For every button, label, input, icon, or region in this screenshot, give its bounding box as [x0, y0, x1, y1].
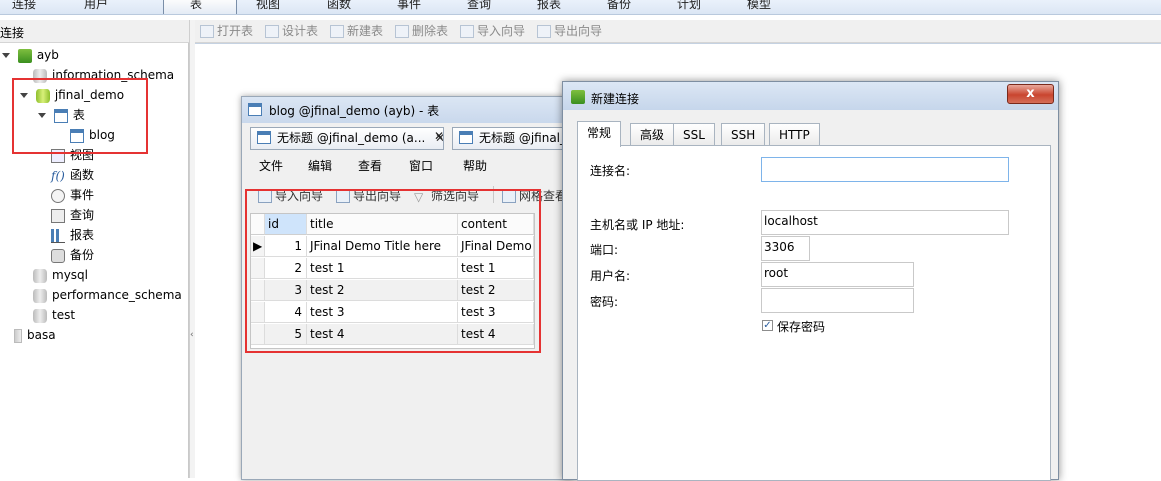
connection-icon [571, 90, 585, 104]
open-table-button[interactable]: 打开表 [200, 23, 253, 39]
password-input[interactable] [761, 288, 914, 313]
new-table-button[interactable]: 新建表 [330, 23, 383, 39]
host-label: 主机名或 IP 地址: [590, 218, 685, 232]
dialog-body: 常规 高级 SSL SSH HTTP 连接名: 主机名或 IP 地址: loca… [571, 114, 1051, 481]
menu-edit[interactable]: 编辑 [308, 157, 332, 174]
function-icon: f() [51, 168, 65, 183]
host-input[interactable]: localhost [761, 210, 1009, 235]
report-icon [51, 228, 65, 243]
tree-item-test[interactable]: test [33, 306, 75, 324]
connection-name-label: 连接名: [590, 164, 631, 178]
ribbon-connect[interactable]: 连接 [12, 0, 36, 12]
table-window-titlebar[interactable]: blog @jfinal_demo (ayb) - 表 [242, 97, 572, 123]
tab-general[interactable]: 常规 [577, 121, 622, 147]
query-tab-icon [257, 131, 271, 144]
tree-item-connection-ayb[interactable]: ayb [2, 46, 59, 64]
import-icon [460, 25, 474, 38]
tree-item-backups[interactable]: 备份 [51, 246, 94, 264]
save-password-label[interactable]: 保存密码 [777, 318, 825, 335]
tree-item-performance-schema[interactable]: performance_schema [33, 286, 182, 304]
design-table-button[interactable]: 设计表 [265, 23, 318, 39]
new-connection-dialog[interactable]: 新建连接 x 常规 高级 SSL SSH HTTP 连接名: 主机名或 IP 地… [562, 81, 1059, 481]
backup-icon [51, 248, 65, 263]
tree-item-events[interactable]: 事件 [51, 186, 94, 204]
connection-panel-title: 连接 [0, 26, 25, 40]
clock-icon [51, 188, 65, 203]
database-icon [33, 288, 47, 303]
menu-help[interactable]: 帮助 [463, 157, 487, 174]
ribbon-view[interactable]: 视图 [256, 0, 280, 12]
port-input[interactable]: 3306 [761, 236, 810, 261]
tab-ssh[interactable]: SSH [721, 123, 766, 146]
password-label: 密码: [590, 295, 619, 309]
tree-item-functions[interactable]: f() 函数 [51, 166, 94, 184]
highlight-box-tree [12, 78, 148, 154]
new-table-icon [330, 25, 344, 38]
ribbon-event[interactable]: 事件 [397, 0, 421, 12]
query-icon [51, 208, 65, 223]
save-password-checkbox[interactable]: ✓ [762, 320, 773, 331]
username-input[interactable]: root [761, 262, 914, 287]
ribbon-function[interactable]: 函数 [327, 0, 351, 12]
port-label: 端口: [590, 243, 619, 257]
ribbon-table[interactable]: 表 [190, 0, 202, 12]
menu-view[interactable]: 查看 [358, 157, 382, 174]
tree-item-reports[interactable]: 报表 [51, 226, 94, 244]
design-table-icon [265, 25, 279, 38]
table-icon [248, 103, 262, 116]
ribbon-model[interactable]: 模型 [747, 0, 771, 12]
table-window-menubar: 文件 编辑 查看 窗口 帮助 [242, 152, 572, 178]
tab-http[interactable]: HTTP [769, 123, 820, 146]
close-button[interactable]: x [1007, 84, 1054, 104]
ribbon-backup[interactable]: 备份 [607, 0, 631, 12]
expand-arrow-icon[interactable] [2, 53, 10, 58]
database-icon [33, 268, 47, 283]
table-window-title: blog @jfinal_demo (ayb) - 表 [269, 104, 440, 118]
object-toolbar: 打开表 设计表 新建表 删除表 导入向导 导出向导 [195, 20, 1161, 43]
tab-advanced[interactable]: 高级 [630, 123, 675, 146]
main-ribbon: 连接 用户 表 视图 函数 事件 查询 报表 备份 计划 模型 [0, 0, 1161, 15]
dialog-titlebar[interactable]: 新建连接 x [563, 82, 1058, 110]
splitter-grip-icon[interactable]: ‹ [190, 330, 194, 344]
tree-item-connection-basa[interactable]: basa [14, 326, 56, 344]
highlight-box-grid [245, 189, 541, 353]
menu-file[interactable]: 文件 [259, 157, 283, 174]
connection-closed-icon [14, 328, 22, 343]
tab-untitled-1[interactable]: 无标题 @jfinal_demo (a... ✕ [250, 127, 444, 150]
tab-close-icon[interactable]: ✕ [434, 129, 444, 143]
username-label: 用户名: [590, 269, 631, 283]
general-tab-panel: 连接名: 主机名或 IP 地址: localhost 端口: 3306 用户名:… [577, 145, 1051, 481]
database-icon [33, 308, 47, 323]
import-wizard-button[interactable]: 导入向导 [460, 23, 525, 39]
connection-icon [17, 48, 32, 63]
menu-window[interactable]: 窗口 [409, 157, 433, 174]
delete-table-icon [395, 25, 409, 38]
content-divider [195, 43, 1161, 44]
query-tab-icon [459, 131, 473, 144]
dialog-title: 新建连接 [591, 92, 640, 106]
table-window-tabs: 无标题 @jfinal_demo (a... ✕ ✕ 无标题 @jfinal_ [250, 127, 599, 150]
export-wizard-button[interactable]: 导出向导 [537, 23, 602, 39]
ribbon-schedule[interactable]: 计划 [677, 0, 701, 12]
tree-item-queries[interactable]: 查询 [51, 206, 94, 224]
open-table-icon [200, 25, 214, 38]
tree-item-mysql[interactable]: mysql [33, 266, 88, 284]
delete-table-button[interactable]: 删除表 [395, 23, 448, 39]
tab-ssl[interactable]: SSL [673, 123, 715, 146]
ribbon-user[interactable]: 用户 [84, 0, 108, 12]
export-icon [537, 25, 551, 38]
ribbon-query[interactable]: 查询 [467, 0, 491, 12]
connection-panel-header: 连接 [0, 20, 190, 43]
ribbon-report[interactable]: 报表 [537, 0, 561, 12]
connection-name-input[interactable] [761, 157, 1009, 182]
